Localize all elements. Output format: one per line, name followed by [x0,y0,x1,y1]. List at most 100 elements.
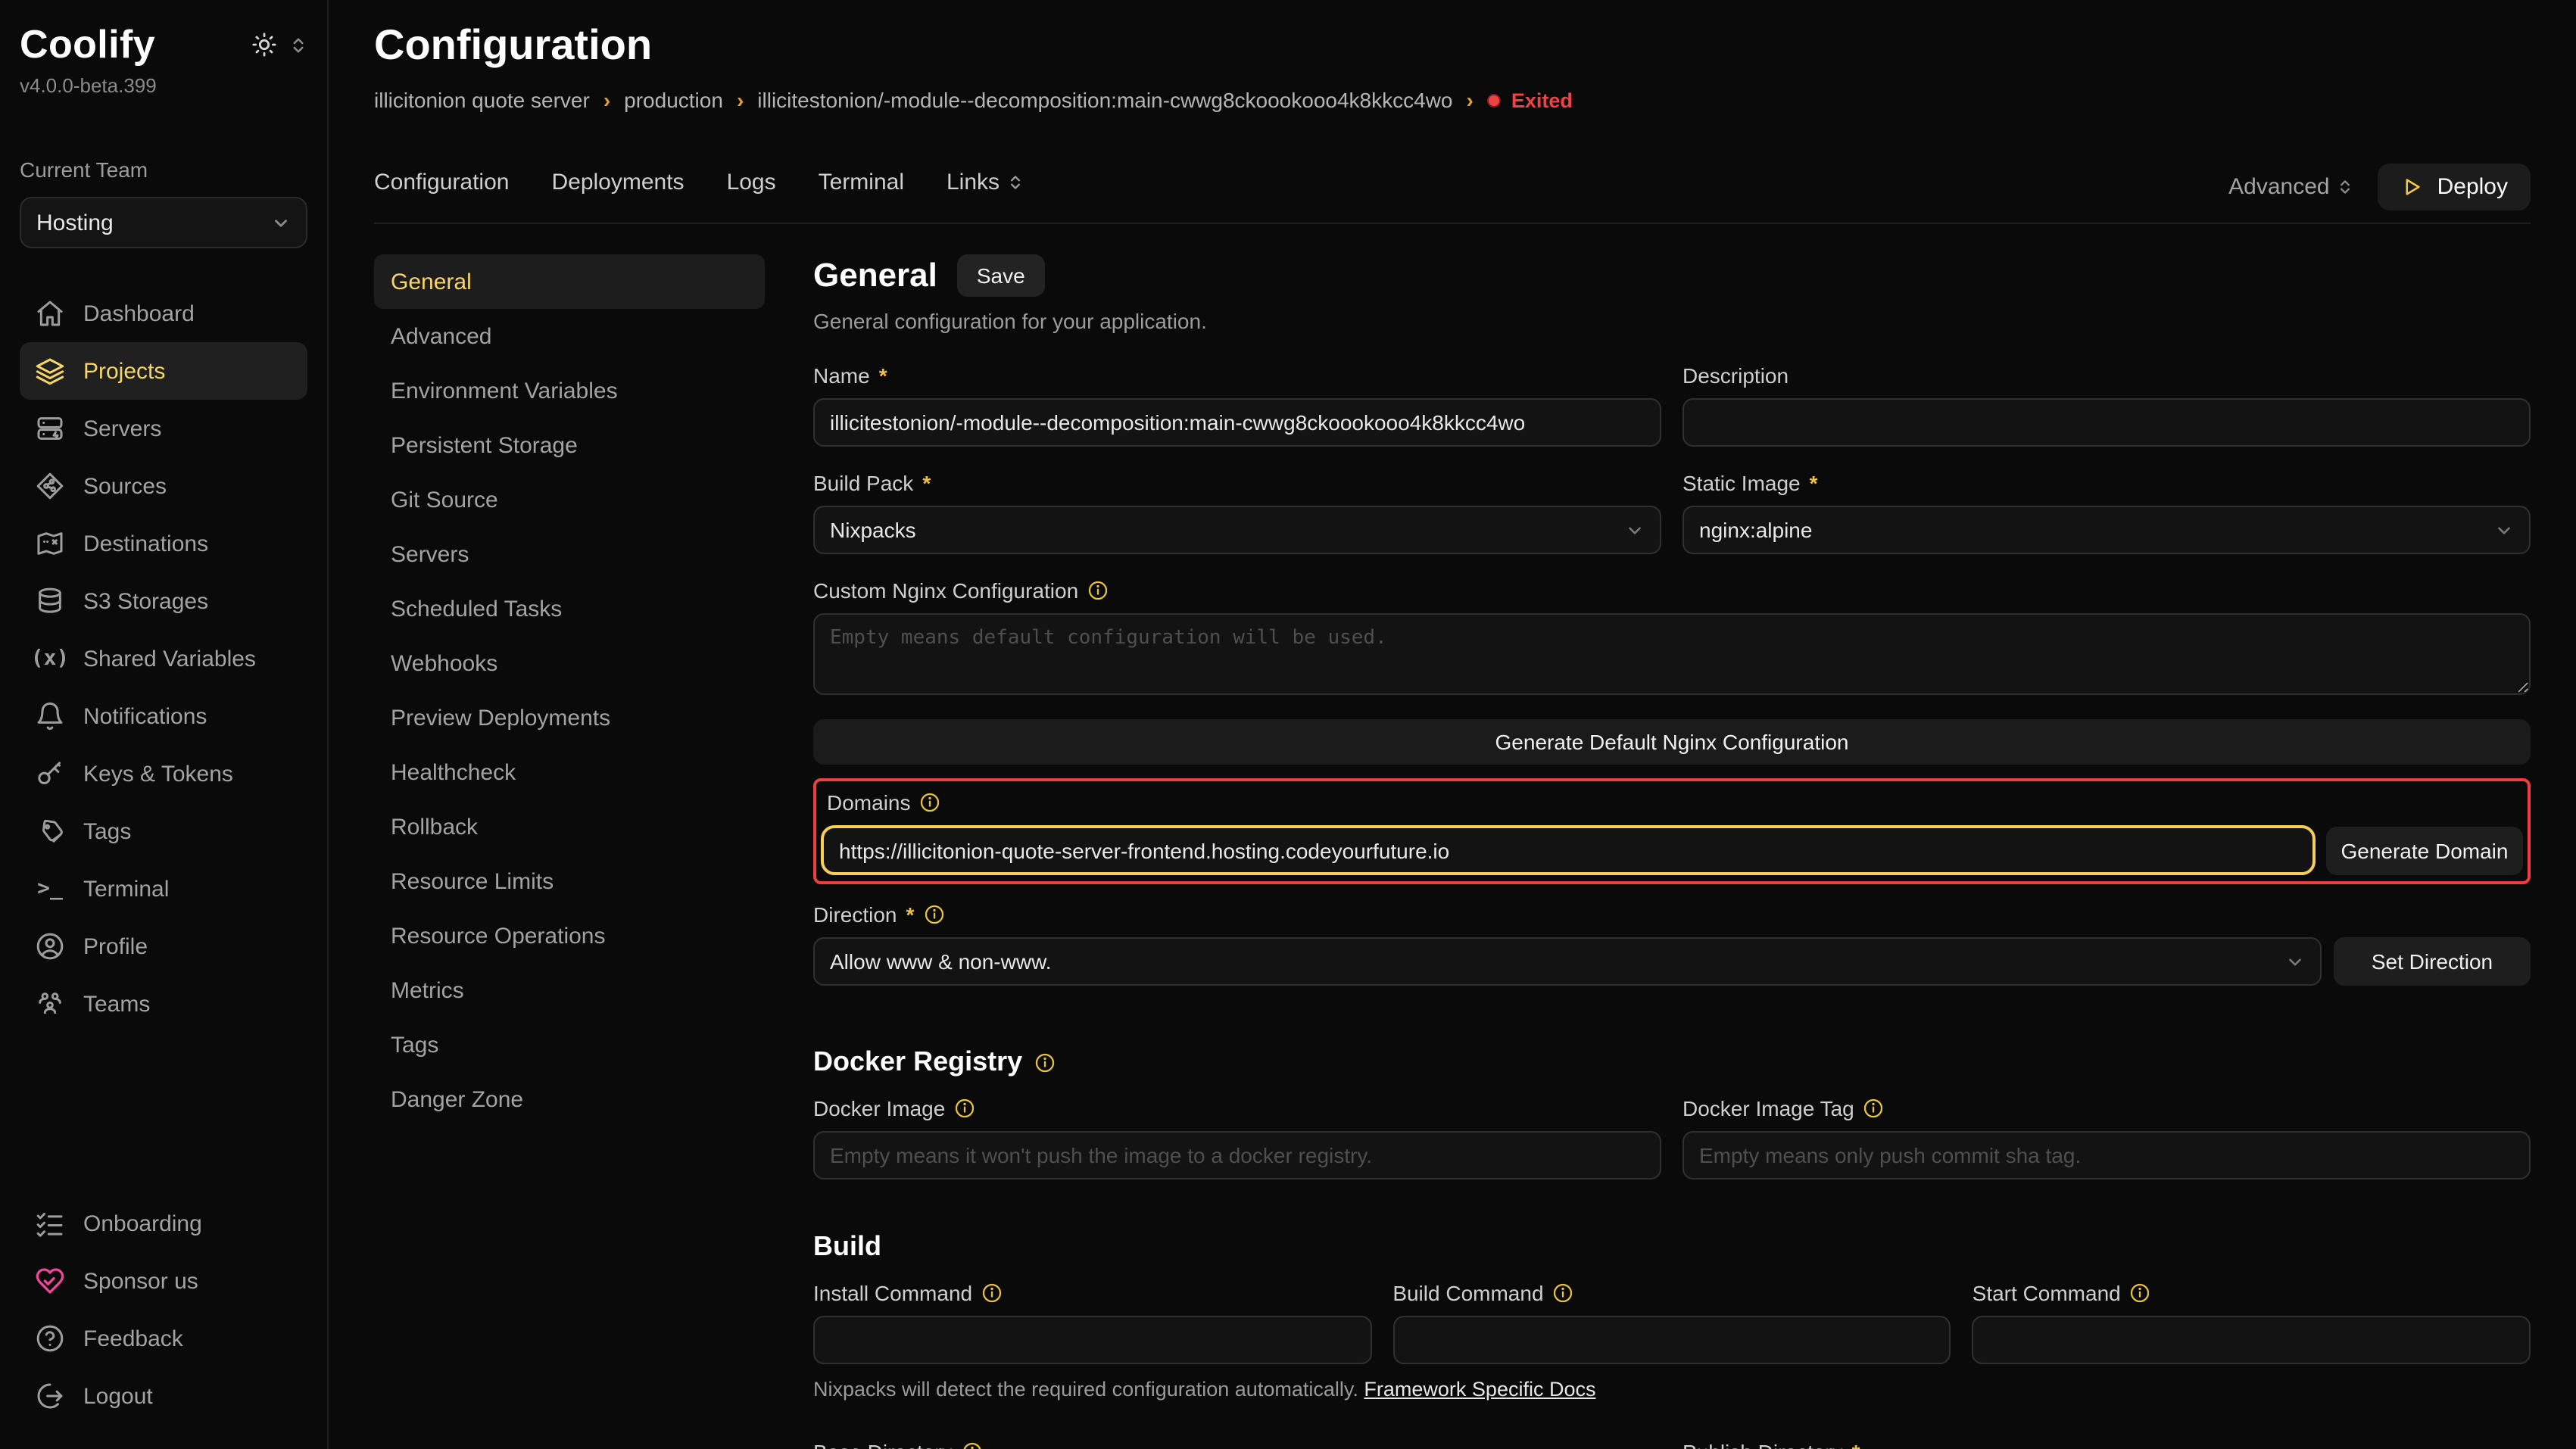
theme-updown-icon[interactable] [289,34,307,55]
domains-input[interactable] [821,825,2316,875]
advanced-toggle[interactable]: Advanced [2228,174,2353,200]
tab-logs[interactable]: Logs [727,170,776,195]
section-subtitle: General configuration for your applicati… [813,309,2531,333]
info-icon [981,1282,1003,1304]
docker-image-tag-input[interactable] [1683,1131,2531,1179]
git-source-icon [35,471,65,501]
chevron-updown-icon [2337,177,2354,197]
layers-icon [35,356,65,386]
sidebar-item-sponsor[interactable]: Sponsor us [20,1252,307,1310]
sidebar-item-tags[interactable]: Tags [20,802,307,860]
sidebar-item-profile[interactable]: Profile [20,918,307,975]
static-image-select[interactable]: nginx:alpine [1683,506,2531,554]
sidebar-item-projects[interactable]: Projects [20,342,307,400]
sidebar-item-sources[interactable]: Sources [20,457,307,515]
build-command-input[interactable] [1392,1316,1951,1364]
description-input[interactable] [1683,398,2531,447]
home-icon [35,298,65,329]
users-icon [35,989,65,1019]
config-nav-danger-zone[interactable]: Danger Zone [374,1072,765,1126]
chevron-down-icon [2285,952,2305,971]
deploy-button[interactable]: Deploy [2378,164,2531,210]
chevron-down-icon [271,213,291,232]
main-area: Configuration illicitonion quote server … [329,0,2576,1449]
set-direction-button[interactable]: Set Direction [2334,937,2531,986]
chevron-right-icon: › [1467,88,1474,112]
start-command-input[interactable] [1973,1316,2531,1364]
tab-configuration[interactable]: Configuration [374,170,509,195]
section-title: General [813,256,937,295]
breadcrumb-environment[interactable]: production [624,88,723,112]
build-pack-select[interactable]: Nixpacks [813,506,1661,554]
chevron-updown-icon [1007,173,1024,192]
database-icon [35,586,65,616]
config-nav-git-source[interactable]: Git Source [374,472,765,527]
sidebar-item-keys-tokens[interactable]: Keys & Tokens [20,745,307,802]
install-command-label: Install Command [813,1281,972,1305]
heart-icon [35,1266,65,1296]
config-nav-advanced[interactable]: Advanced [374,309,765,363]
generate-nginx-button[interactable]: Generate Default Nginx Configuration [813,719,2531,765]
config-nav-rollback[interactable]: Rollback [374,799,765,854]
checklist-icon [35,1208,65,1239]
breadcrumb-application[interactable]: illicitestonion/-module--decomposition:m… [757,88,1452,112]
config-nav-healthcheck[interactable]: Healthcheck [374,745,765,799]
framework-docs-link[interactable]: Framework Specific Docs [1364,1378,1595,1401]
sidebar-item-servers[interactable]: Servers [20,400,307,457]
tab-links[interactable]: Links [947,170,1024,195]
sidebar-item-dashboard[interactable]: Dashboard [20,285,307,342]
sidebar-item-onboarding[interactable]: Onboarding [20,1195,307,1252]
chevron-right-icon: › [737,88,744,112]
map-icon [35,528,65,559]
status-text: Exited [1511,89,1573,111]
logout-icon [35,1381,65,1411]
sidebar-item-terminal[interactable]: >_ Terminal [20,860,307,918]
config-nav-scheduled-tasks[interactable]: Scheduled Tasks [374,581,765,636]
breadcrumb-project[interactable]: illicitonion quote server [374,88,590,112]
build-pack-label: Build Pack [813,471,913,495]
config-nav-resource-operations[interactable]: Resource Operations [374,908,765,963]
custom-nginx-textarea[interactable] [813,613,2531,695]
app-version: v4.0.0-beta.399 [20,74,307,97]
breadcrumb: illicitonion quote server › production ›… [374,88,2531,112]
config-nav-persistent-storage[interactable]: Persistent Storage [374,418,765,472]
sidebar-footer: Onboarding Sponsor us Feedback Logout [20,1195,307,1425]
sidebar-item-notifications[interactable]: Notifications [20,687,307,745]
name-input[interactable] [813,398,1661,447]
chevron-down-icon [2494,520,2514,540]
sidebar-item-teams[interactable]: Teams [20,975,307,1033]
user-circle-icon [35,931,65,961]
name-label: Name [813,363,870,388]
tab-deployments[interactable]: Deployments [551,170,684,195]
sidebar-item-feedback[interactable]: Feedback [20,1310,307,1367]
save-button[interactable]: Save [957,254,1045,297]
build-heading: Build [813,1231,881,1263]
config-nav-preview-deployments[interactable]: Preview Deployments [374,690,765,745]
config-nav-resource-limits[interactable]: Resource Limits [374,854,765,908]
tab-terminal[interactable]: Terminal [819,170,904,195]
theme-sun-icon[interactable] [251,32,277,58]
sidebar-item-logout[interactable]: Logout [20,1367,307,1425]
config-nav-tags[interactable]: Tags [374,1017,765,1072]
config-nav-metrics[interactable]: Metrics [374,963,765,1017]
tag-icon [35,816,65,846]
coolify-app: Coolify v4.0.0-beta.399 Current Team Hos… [0,0,2576,1449]
team-select[interactable]: Hosting [20,197,307,248]
direction-select[interactable]: Allow www & non-www. [813,937,2322,986]
generate-domain-button[interactable]: Generate Domain [2326,826,2523,874]
direction-label: Direction [813,902,897,927]
install-command-input[interactable] [813,1316,1371,1364]
general-form: General Save General configuration for y… [813,254,2531,1449]
config-nav-webhooks[interactable]: Webhooks [374,636,765,690]
sidebar-item-destinations[interactable]: Destinations [20,515,307,572]
description-label: Description [1683,363,1789,388]
sidebar-item-s3-storages[interactable]: S3 Storages [20,572,307,630]
config-nav-servers[interactable]: Servers [374,527,765,581]
custom-nginx-label: Custom Nginx Configuration [813,578,1078,603]
config-nav-environment-variables[interactable]: Environment Variables [374,363,765,418]
config-nav-general[interactable]: General [374,254,765,309]
docker-image-input[interactable] [813,1131,1661,1179]
sidebar-item-shared-variables[interactable]: (x) Shared Variables [20,630,307,687]
status-dot-icon [1487,93,1501,107]
start-command-label: Start Command [1973,1281,2121,1305]
